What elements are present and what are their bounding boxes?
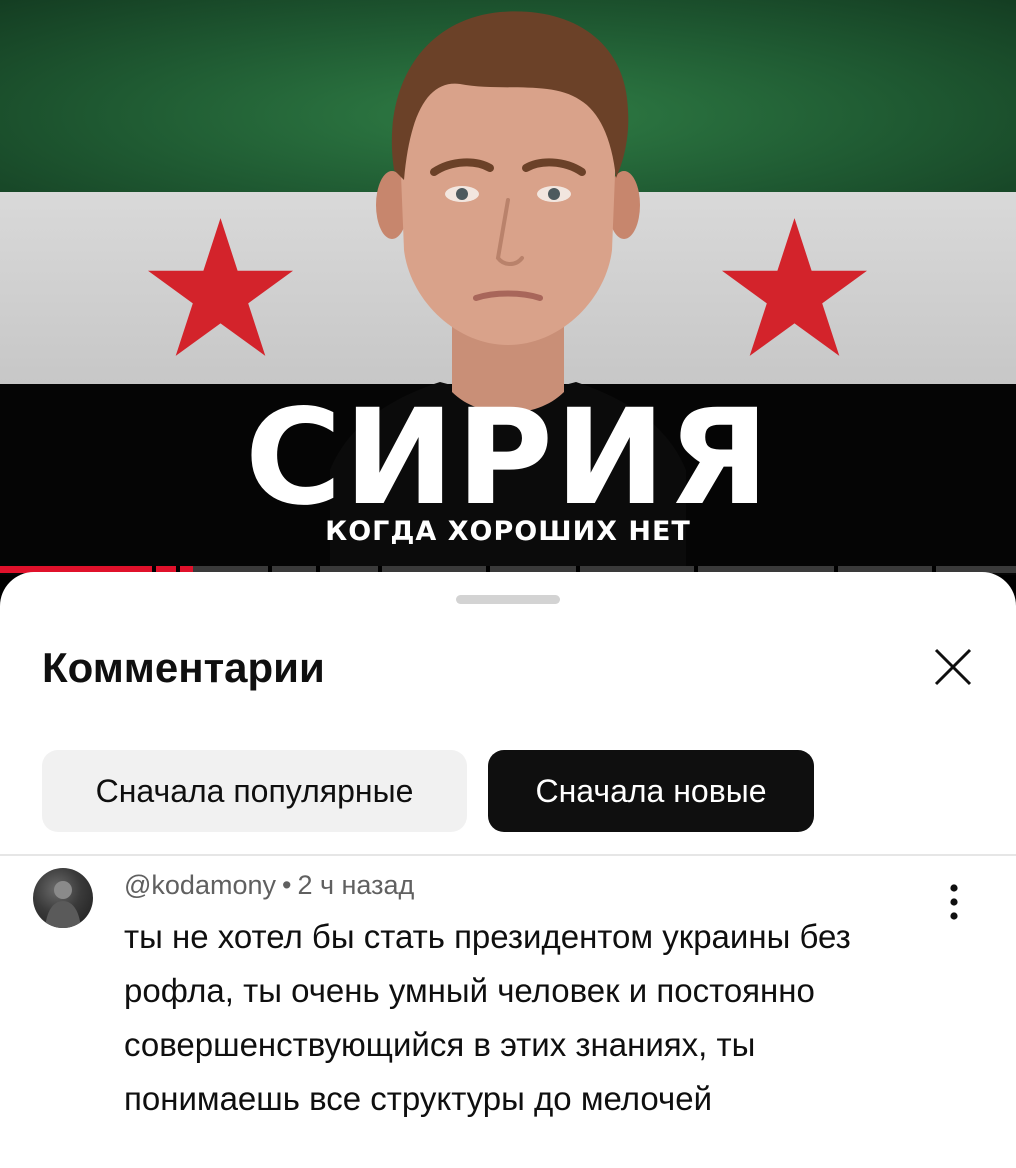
comments-title: Комментарии (42, 644, 325, 691)
close-button[interactable] (924, 638, 982, 696)
video-player[interactable]: СИРИЯ КОГДА ХОРОШИХ НЕТ (0, 0, 1016, 575)
comment-item: @kodamony • 2 ч назад ты не хотел бы стать… (0, 856, 1016, 1168)
comment-author[interactable]: @kodamony (124, 870, 276, 900)
meta-separator: • (281, 870, 292, 900)
comment-meta: @kodamony • 2 ч назад (124, 870, 414, 901)
comment-text: ты не хотел бы стать президентом украины… (124, 918, 851, 1117)
drag-handle[interactable] (456, 595, 560, 604)
sort-popular-chip[interactable]: Сначала популярные (42, 750, 467, 832)
red-star-icon (722, 218, 867, 356)
sort-newest-chip[interactable]: Сначала новые (488, 750, 814, 832)
comment-menu-button[interactable] (934, 878, 974, 926)
sort-newest-label: Сначала новые (535, 772, 767, 809)
red-star-icon (148, 218, 293, 356)
avatar-figure (45, 881, 81, 928)
comments-sheet: Комментарии Сначала популярные Сначала н… (0, 572, 1016, 1168)
sort-popular-label: Сначала популярные (95, 772, 414, 809)
close-icon (934, 648, 972, 686)
video-title-main: СИРИЯ (244, 381, 772, 535)
avatar[interactable] (33, 868, 93, 928)
more-vert-icon (950, 884, 958, 920)
comment-time: 2 ч назад (297, 870, 415, 900)
video-title-sub: КОГДА ХОРОШИХ НЕТ (325, 516, 691, 547)
